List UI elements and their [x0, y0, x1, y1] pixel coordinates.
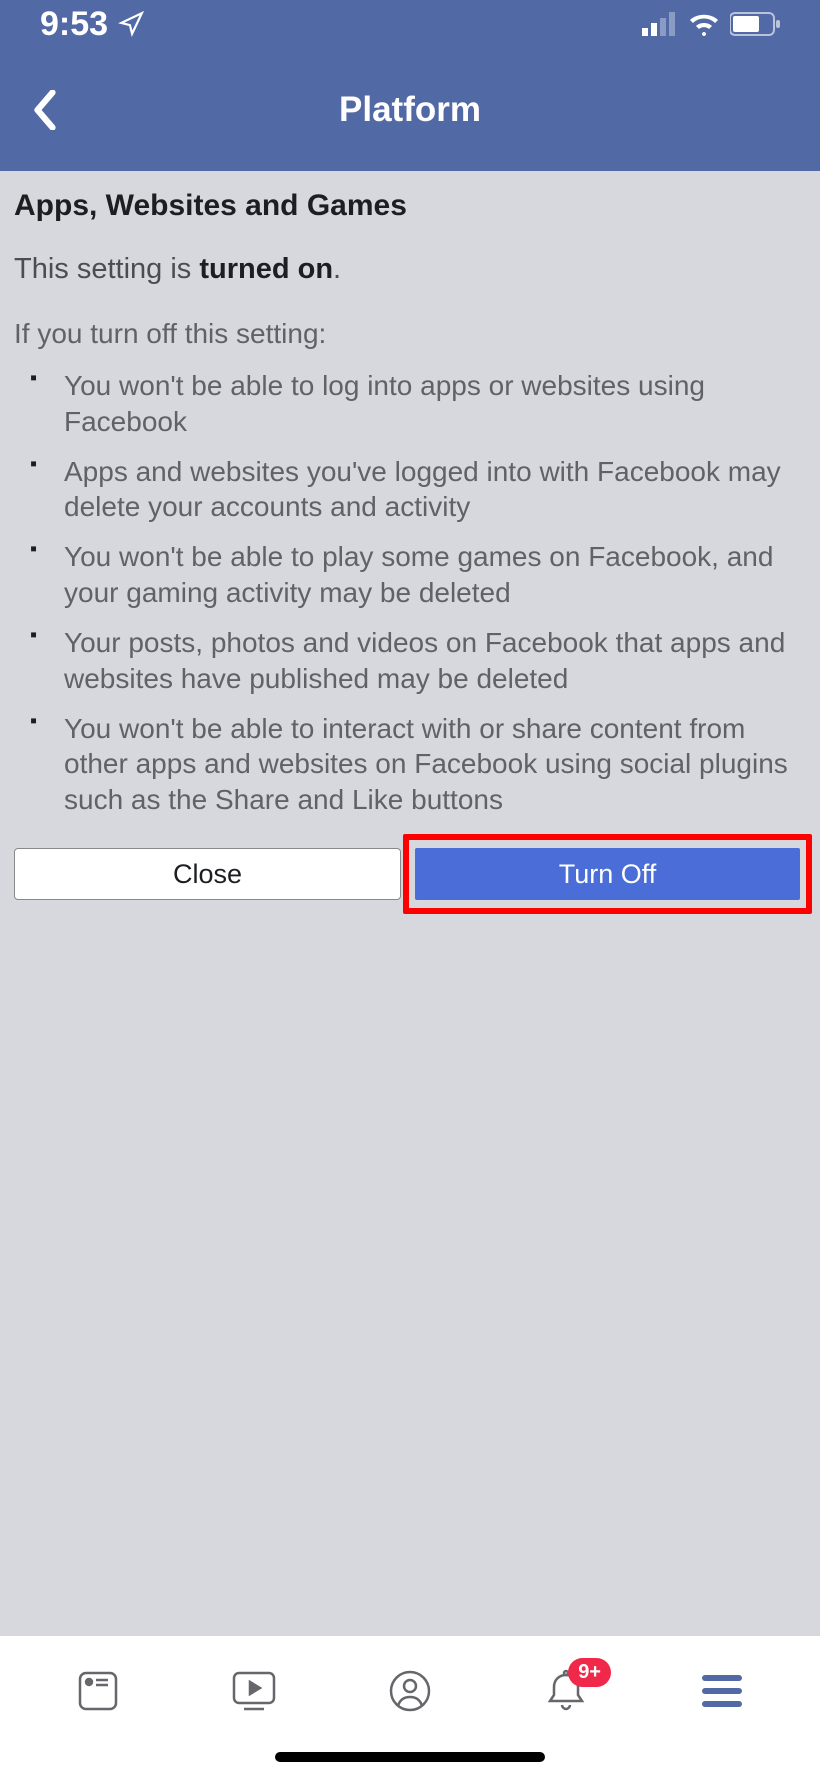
status-prefix: This setting is: [14, 253, 199, 285]
status-bar: 9:53: [0, 0, 820, 48]
setting-status: This setting is turned on.: [14, 253, 806, 286]
nav-bar: Platform: [0, 48, 820, 171]
turn-off-highlight: Turn Off: [403, 834, 812, 914]
chevron-left-icon: [31, 90, 59, 130]
hamburger-icon: [700, 1673, 744, 1709]
nav-notifications[interactable]: 9+: [541, 1666, 591, 1716]
list-item: You won't be able to log into apps or we…: [30, 368, 806, 440]
list-item: Apps and websites you've logged into wit…: [30, 454, 806, 526]
consequences-list: You won't be able to log into apps or we…: [14, 368, 806, 818]
nav-menu[interactable]: [697, 1666, 747, 1716]
time-label: 9:53: [40, 5, 108, 44]
status-time: 9:53: [40, 5, 144, 44]
list-item: You won't be able to play some games on …: [30, 539, 806, 611]
cellular-icon: [642, 12, 678, 36]
back-button[interactable]: [25, 90, 65, 130]
turn-off-button[interactable]: Turn Off: [415, 848, 800, 900]
nav-feed[interactable]: [73, 1666, 123, 1716]
list-item: Your posts, photos and videos on Faceboo…: [30, 625, 806, 697]
list-item: You won't be able to interact with or sh…: [30, 711, 806, 818]
section-title: Apps, Websites and Games: [14, 189, 806, 223]
nav-watch[interactable]: [229, 1666, 279, 1716]
wifi-icon: [688, 12, 720, 36]
battery-icon: [730, 12, 780, 36]
close-button[interactable]: Close: [14, 848, 401, 900]
page-title: Platform: [339, 90, 481, 130]
home-indicator[interactable]: [275, 1752, 545, 1762]
status-icons: [642, 12, 780, 36]
profile-icon: [388, 1669, 432, 1713]
status-suffix: .: [333, 253, 341, 285]
content-area: Apps, Websites and Games This setting is…: [0, 171, 820, 918]
location-icon: [118, 11, 144, 37]
notification-badge: 9+: [568, 1658, 611, 1687]
nav-profile[interactable]: [385, 1666, 435, 1716]
status-value: turned on: [199, 253, 333, 285]
watch-icon: [230, 1669, 278, 1713]
intro-text: If you turn off this setting:: [14, 318, 806, 350]
button-row: Close Turn Off: [14, 848, 806, 900]
feed-icon: [76, 1669, 120, 1713]
